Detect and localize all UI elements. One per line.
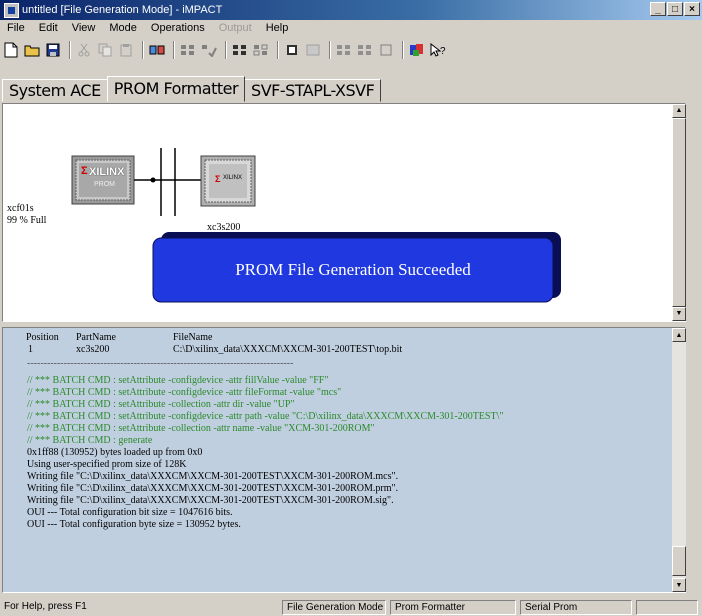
- scroll-up-icon[interactable]: ▲: [672, 104, 686, 118]
- toolbar: ?: [2, 39, 450, 61]
- menu-output[interactable]: Output: [212, 20, 259, 38]
- blank-check-icon[interactable]: [252, 41, 270, 59]
- log-header-partname: PartName: [76, 332, 116, 343]
- toolbar-separator: [277, 41, 279, 59]
- fpga-chip[interactable]: [200, 155, 256, 207]
- menu-help[interactable]: Help: [259, 20, 296, 38]
- output-log[interactable]: Position PartName FileName 1 xc3s200 C:\…: [2, 327, 686, 593]
- open-folder-icon[interactable]: [23, 41, 41, 59]
- bookmark-icon[interactable]: [408, 41, 426, 59]
- readback-icon[interactable]: [304, 41, 322, 59]
- log-output-line: Writing file "C:\D\xilinx_data\XXXCM\XXC…: [27, 495, 394, 506]
- device-brand-label: XILINX: [223, 175, 243, 181]
- prom-sub-label: PROM: [94, 181, 115, 188]
- menu-operations[interactable]: Operations: [144, 20, 212, 38]
- context-help-icon[interactable]: ?: [429, 41, 447, 59]
- log-separator: ----------------------------------------…: [27, 358, 294, 369]
- log-output-line: OUI --- Total configuration byte size = …: [27, 519, 241, 530]
- log-output-line: Using user-specified prom size of 128K: [27, 459, 187, 470]
- xilinx-logo-icon: Σ: [215, 174, 221, 184]
- status-help-text: For Help, press F1: [4, 601, 87, 612]
- canvas-scrollbar[interactable]: ▲ ▼: [672, 104, 686, 321]
- scroll-thumb[interactable]: [672, 546, 686, 576]
- prom-brand-label: XILINX: [89, 166, 125, 178]
- log-batch-line: // *** BATCH CMD : setAttribute -collect…: [27, 423, 375, 434]
- verify-icon[interactable]: [200, 41, 218, 59]
- minimize-button[interactable]: _: [650, 2, 666, 16]
- paste-icon[interactable]: [117, 41, 135, 59]
- boundary-scan-canvas[interactable]: XILINX Σ PROM xcf01s 99 % Full Σ XILINX …: [2, 103, 686, 322]
- log-batch-line: // *** BATCH CMD : setAttribute -collect…: [27, 399, 295, 410]
- log-output-line: 0x1ff88 (130952) bytes loaded up from 0x…: [27, 447, 203, 458]
- success-message: PROM File Generation Succeeded: [235, 260, 471, 279]
- save-icon[interactable]: [44, 41, 62, 59]
- chain-icon[interactable]: [148, 41, 166, 59]
- device-icon[interactable]: [283, 41, 301, 59]
- scroll-down-icon[interactable]: ▼: [672, 578, 686, 592]
- impact-app-icon: [4, 3, 19, 18]
- menu-file[interactable]: File: [0, 20, 32, 38]
- status-bar: For Help, press F1 File Generation Mode …: [0, 598, 702, 616]
- cut-icon[interactable]: [75, 41, 93, 59]
- status-extra: [636, 600, 698, 615]
- chain-diagram: [71, 148, 561, 303]
- mode-tabs: System ACE PROM Formatter SVF-STAPL-XSVF: [2, 76, 382, 102]
- toolbar-separator: [142, 41, 144, 59]
- new-file-icon[interactable]: [2, 41, 20, 59]
- device-name-label: xc3s200: [207, 222, 241, 233]
- log-batch-line: // *** BATCH CMD : setAttribute -configd…: [27, 375, 329, 386]
- close-button[interactable]: ×: [684, 2, 700, 16]
- log-output-line: Writing file "C:\D\xilinx_data\XXXCM\XXC…: [27, 471, 399, 482]
- get-info-icon[interactable]: [335, 41, 353, 59]
- menu-view[interactable]: View: [65, 20, 103, 38]
- svg-text:?: ?: [440, 46, 446, 57]
- tab-prom-formatter[interactable]: PROM Formatter: [106, 76, 246, 102]
- scroll-thumb[interactable]: [672, 118, 686, 307]
- log-batch-line: // *** BATCH CMD : setAttribute -configd…: [27, 411, 504, 422]
- prom-fill-label: 99 % Full: [7, 215, 47, 226]
- menu-bar: File Edit View Mode Operations Output He…: [0, 20, 702, 38]
- get-idcode-icon[interactable]: [356, 41, 374, 59]
- erase-icon[interactable]: [231, 41, 249, 59]
- maximize-button[interactable]: □: [667, 2, 683, 16]
- log-row-position: 1: [28, 344, 33, 355]
- xilinx-logo-icon: Σ: [81, 165, 88, 177]
- title-bar[interactable]: untitled [File Generation Mode] - iMPACT…: [0, 0, 702, 20]
- log-batch-line: // *** BATCH CMD : generate: [27, 435, 153, 446]
- program-icon[interactable]: [179, 41, 197, 59]
- log-scrollbar[interactable]: ▲ ▼: [672, 328, 686, 592]
- log-row-partname: xc3s200: [76, 344, 110, 355]
- menu-mode[interactable]: Mode: [102, 20, 144, 38]
- cable-icon[interactable]: [377, 41, 395, 59]
- window-title: untitled [File Generation Mode] - iMPACT: [22, 4, 223, 16]
- toolbar-separator: [402, 41, 404, 59]
- prom-name-label: xcf01s: [7, 203, 34, 214]
- status-target: Serial Prom: [520, 600, 632, 615]
- toolbar-separator: [225, 41, 227, 59]
- toolbar-separator: [69, 41, 71, 59]
- connector-node: [150, 177, 156, 183]
- log-header-filename: FileName: [173, 332, 213, 343]
- window-controls: _ □ ×: [650, 2, 700, 16]
- log-header-position: Position: [26, 332, 59, 343]
- prom-chip[interactable]: [71, 155, 135, 205]
- log-batch-line: // *** BATCH CMD : setAttribute -configd…: [27, 387, 342, 398]
- menu-edit[interactable]: Edit: [32, 20, 65, 38]
- toolbar-separator: [173, 41, 175, 59]
- tab-system-ace[interactable]: System ACE: [2, 79, 108, 102]
- status-tab: Prom Formatter: [390, 600, 516, 615]
- log-output-line: OUI --- Total configuration bit size = 1…: [27, 507, 233, 518]
- scroll-down-icon[interactable]: ▼: [672, 307, 686, 321]
- copy-icon[interactable]: [96, 41, 114, 59]
- status-mode: File Generation Mode: [282, 600, 386, 615]
- toolbar-separator: [329, 41, 331, 59]
- log-row-filename: C:\D\xilinx_data\XXXCM\XXCM-301-200TEST\…: [173, 344, 403, 355]
- log-output-line: Writing file "C:\D\xilinx_data\XXXCM\XXC…: [27, 483, 399, 494]
- tab-svf-stapl-xsvf[interactable]: SVF-STAPL-XSVF: [244, 79, 382, 102]
- scroll-up-icon[interactable]: ▲: [672, 328, 686, 342]
